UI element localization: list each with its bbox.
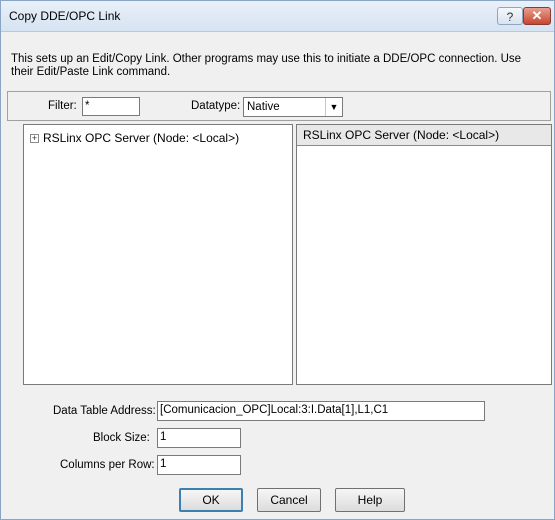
filter-input[interactable]: *	[82, 97, 140, 116]
expand-icon[interactable]: +	[30, 134, 39, 143]
title-help-button[interactable]: ?	[497, 7, 523, 25]
data-table-address-label: Data Table Address:	[53, 405, 156, 417]
item-list-header: RSLinx OPC Server (Node: <Local>)	[297, 125, 551, 146]
datatype-selected-value: Native	[247, 101, 280, 113]
filter-bar: Filter: * Datatype: Native ▼	[7, 91, 551, 121]
description-text: This sets up an Edit/Copy Link. Other pr…	[11, 53, 522, 78]
block-size-label: Block Size:	[93, 432, 150, 444]
tree-pane[interactable]: + RSLinx OPC Server (Node: <Local>)	[23, 124, 293, 385]
tree-item-rslinx-opc-server[interactable]: + RSLinx OPC Server (Node: <Local>)	[30, 131, 239, 145]
datatype-label: Datatype:	[191, 100, 241, 112]
filter-label: Filter:	[48, 100, 77, 112]
data-table-address-input[interactable]: [Comunicacion_OPC]Local:3:I.Data[1],L1,C…	[157, 401, 485, 421]
columns-per-row-input[interactable]: 1	[157, 455, 241, 475]
item-list-pane[interactable]: RSLinx OPC Server (Node: <Local>)	[296, 124, 552, 385]
chevron-down-icon[interactable]: ▼	[325, 98, 342, 116]
columns-per-row-label: Columns per Row:	[60, 459, 155, 471]
block-size-input[interactable]: 1	[157, 428, 241, 448]
help-button[interactable]: Help	[335, 488, 405, 512]
tree-item-label: RSLinx OPC Server (Node: <Local>)	[43, 131, 240, 145]
cancel-button[interactable]: Cancel	[257, 488, 321, 512]
ok-button[interactable]: OK	[179, 488, 243, 512]
copy-dde-opc-link-dialog: Copy DDE/OPC Link ? ✕ This sets up an Ed…	[0, 0, 555, 520]
datatype-select[interactable]: Native ▼	[243, 97, 343, 117]
title-bar: Copy DDE/OPC Link ? ✕	[1, 1, 554, 32]
close-button[interactable]: ✕	[523, 7, 551, 25]
window-title: Copy DDE/OPC Link	[9, 9, 121, 23]
